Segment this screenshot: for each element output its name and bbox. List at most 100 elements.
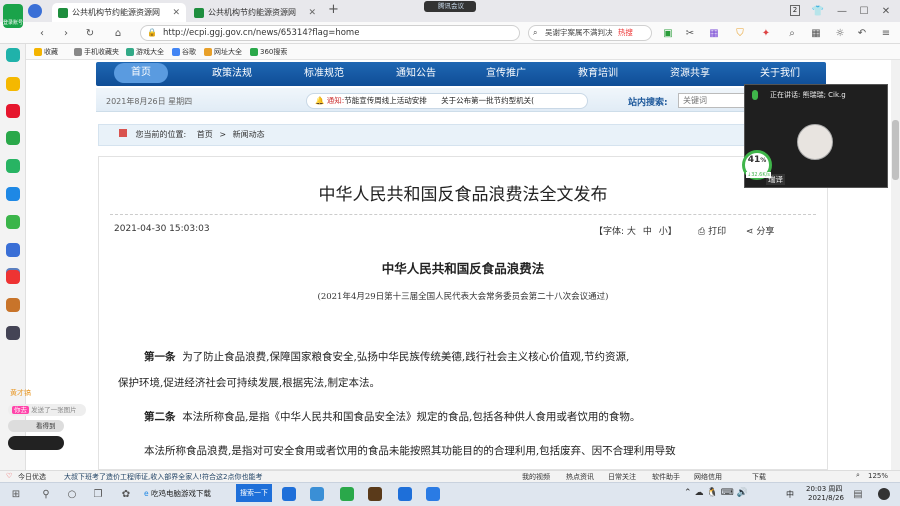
breadcrumb-home[interactable]: 首页 — [197, 130, 213, 139]
bookmark-item[interactable]: 游戏大全 — [126, 46, 164, 58]
article-paragraph: 保护环境,促进经济社会可持续发展,根据宪法,制定本法。 — [118, 377, 381, 389]
search-box[interactable]: ⌕ 吴谢宇案属不满判决 热搜 — [528, 25, 652, 41]
site-search-input[interactable] — [678, 93, 746, 108]
search-tool-icon[interactable]: ⌕ — [786, 27, 798, 39]
media-icon[interactable] — [368, 487, 382, 501]
phone-icon[interactable] — [398, 487, 412, 501]
new-tab-button[interactable]: + — [328, 2, 339, 17]
cortana-icon[interactable]: ○ — [66, 488, 78, 500]
show-desktop[interactable] — [878, 488, 890, 500]
bird-icon[interactable] — [6, 48, 20, 62]
cut-icon[interactable]: ✂ — [684, 27, 696, 39]
search-icon: ⌕ — [533, 28, 538, 37]
maximize-icon[interactable]: ☐ — [858, 5, 870, 17]
grid-icon[interactable]: ▦ — [810, 27, 822, 39]
share-icon: ⋖ — [746, 227, 754, 237]
reload-icon[interactable]: ↻ — [84, 27, 96, 39]
mic-icon — [752, 90, 758, 100]
search-icon[interactable]: ⚲ — [40, 488, 52, 500]
taskbar-browser-app[interactable]: e 吃鸡电脑游戏下载 — [144, 484, 244, 504]
nav-resources[interactable]: 资源共享 — [660, 62, 720, 86]
account-logo-icon[interactable]: 登录账号 — [3, 4, 23, 28]
print-button[interactable]: ⎙ 打印 — [698, 224, 726, 237]
tab-active[interactable]: 公共机构节约能源资源网 ✕ — [52, 3, 186, 22]
loop-icon[interactable] — [6, 159, 20, 173]
title-divider — [110, 214, 816, 215]
article-paragraph: 本法所称食品浪费,是指对可安全食用或者饮用的食品未能按照其功能目的的合理利用,包… — [144, 445, 676, 457]
clock-date[interactable]: 2021/8/26 — [808, 494, 844, 502]
news-icon[interactable] — [6, 270, 20, 284]
extension-icon[interactable]: ▣ — [662, 27, 674, 39]
meeting-app-icon[interactable] — [426, 487, 440, 501]
brightness-icon[interactable]: ☼ — [834, 27, 846, 39]
chat-title: 黄才镐 — [10, 389, 31, 397]
scrollbar-thumb[interactable] — [892, 120, 899, 180]
nav-training[interactable]: 教育培训 — [568, 62, 628, 86]
bookmark-item[interactable]: 360搜索 — [250, 46, 287, 58]
scrollbar[interactable] — [891, 60, 900, 470]
task-view-icon[interactable]: ❐ — [92, 488, 104, 500]
avatar — [797, 124, 833, 160]
clock-time[interactable]: 20:03 周四 — [806, 484, 842, 494]
minimize-icon[interactable]: — — [836, 5, 848, 17]
nav-home[interactable]: 首页 — [114, 63, 168, 83]
browser-e-icon[interactable] — [340, 487, 354, 501]
breadcrumb-current[interactable]: 新闻动态 — [233, 130, 265, 139]
windows-start-icon[interactable]: ⊞ — [10, 488, 22, 500]
bookmark-item[interactable]: 收藏 — [34, 46, 58, 58]
forward-icon[interactable]: › — [60, 27, 72, 39]
nav-notices[interactable]: 通知公告 — [386, 62, 446, 86]
chat-toolbar[interactable] — [8, 436, 64, 450]
bookmark-item[interactable]: 手机收藏夹 — [74, 46, 119, 58]
close-window-icon[interactable]: ✕ — [880, 5, 892, 17]
app-icon[interactable] — [6, 298, 20, 312]
browser-e-icon: e — [144, 489, 149, 498]
tab-inactive[interactable]: 公共机构节约能源资源网 ✕ — [188, 3, 322, 22]
home-icon[interactable]: ⌂ — [112, 27, 124, 39]
undo-icon[interactable]: ↶ — [856, 27, 868, 39]
close-tab-icon[interactable]: ✕ — [168, 8, 180, 18]
menu-icon[interactable]: ≡ — [880, 27, 892, 39]
window-count[interactable]: 2 — [790, 5, 800, 16]
heart-icon: ♡ — [6, 472, 13, 480]
ime-indicator[interactable]: 中 — [786, 489, 794, 500]
bookmarks-bar: 收藏 手机收藏夹 游戏大全 谷歌 网址大全 360搜索 — [0, 44, 900, 60]
search-button[interactable]: 搜索一下 — [236, 484, 272, 502]
law-subtitle: (2021年4月29日第十三届全国人民代表大会常务委员会第二十八次会议通过) — [317, 292, 609, 302]
font-large[interactable]: 大 — [627, 227, 636, 237]
star-icon[interactable] — [6, 77, 20, 91]
game-icon[interactable]: ✦ — [760, 27, 772, 39]
font-medium[interactable]: 中 — [643, 227, 652, 237]
nav-about[interactable]: 关于我们 — [750, 62, 810, 86]
p-icon[interactable] — [6, 187, 20, 201]
back-history-icon[interactable] — [28, 4, 42, 18]
close-tab-icon[interactable]: ✕ — [304, 8, 316, 18]
fan-icon[interactable]: ✿ — [120, 488, 132, 500]
tab-title: 公共机构节约能源资源网 — [208, 8, 296, 17]
font-small[interactable]: 小 — [659, 227, 668, 237]
tencent-meeting-badge[interactable]: 腾讯会议 — [424, 1, 476, 12]
weibo-icon[interactable] — [6, 104, 20, 118]
translate-icon[interactable]: ▦ — [708, 27, 720, 39]
mail-icon[interactable] — [282, 487, 296, 501]
nav-promotion[interactable]: 宣传推广 — [476, 62, 536, 86]
notice-ticker[interactable]: 🔔 通知:节能宣传周线上活动安排 关于公布第一批节约型机关( — [306, 93, 588, 109]
shirt-icon[interactable]: 👕 — [812, 5, 824, 17]
bookmark-item[interactable]: 网址大全 — [204, 46, 242, 58]
back-icon[interactable]: ‹ — [36, 27, 48, 39]
share-button[interactable]: ⋖ 分享 — [746, 224, 774, 237]
tab-title: 公共机构节约能源资源网 — [72, 8, 160, 17]
notification-icon[interactable]: ▤ — [852, 488, 864, 500]
bookmark-item[interactable]: 谷歌 — [172, 46, 196, 58]
game-center-icon[interactable] — [6, 215, 20, 229]
dell-icon[interactable] — [310, 487, 324, 501]
chat-input[interactable]: 看得到 — [8, 420, 64, 432]
game-icon[interactable] — [6, 326, 20, 340]
nav-policy[interactable]: 政策法规 — [202, 62, 262, 86]
shield-icon[interactable]: ⛉ — [734, 27, 746, 39]
nav-standards[interactable]: 标准规范 — [294, 62, 354, 86]
wallet-icon[interactable] — [6, 131, 20, 145]
doc-icon[interactable] — [6, 243, 20, 257]
url-input[interactable]: 🔒 http://ecpi.ggj.gov.cn/news/65314?flag… — [140, 25, 520, 41]
system-tray[interactable]: ⌃☁🐧⌨🔊 — [684, 488, 751, 498]
